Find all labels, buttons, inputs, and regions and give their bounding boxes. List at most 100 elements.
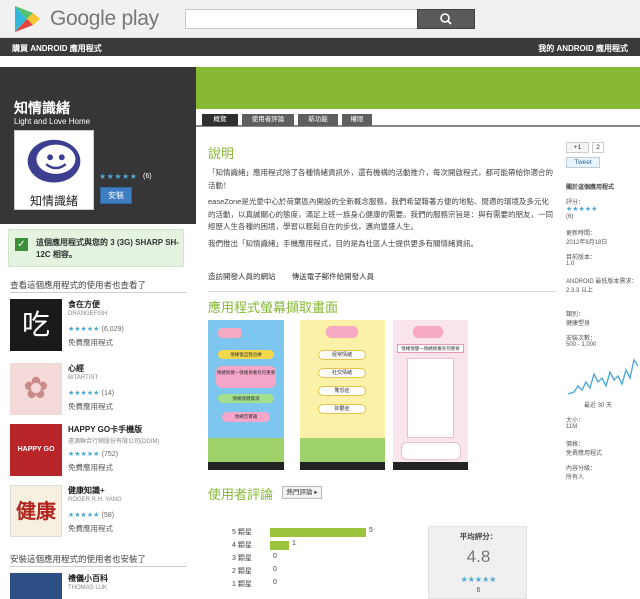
average-rating-label: 平均評分： [459,532,498,541]
search-button[interactable] [417,9,475,29]
related-app-icon: 吃 [10,299,62,351]
related-app-dev: BITARTIST [68,375,99,381]
app-icon-text: 知情識緒 [29,194,78,208]
rating-row-count: 1 [292,540,296,547]
plus-one-count: 2 [592,142,604,153]
app-icon: 知情識緒 [14,130,94,210]
screenshot-button: 社交情緒 [318,368,366,378]
related-app-icon: ✿ [10,363,62,415]
related-app-price: 免費應用程式 [68,524,113,533]
related-app-rating: ★★★★★ (58) [68,512,115,519]
reviews-sort-dropdown[interactable]: 熱門評論 ▸ [282,486,322,499]
chart-caption: 最近 30 天 [584,403,613,409]
tab-reviews[interactable]: 使用者評論 [242,114,294,126]
description-paragraph: easeZone是光愛中心於荷葉區內開設的全新概念服務，我們希望藉著方便的地點、… [208,197,553,231]
related-app-dev: THOMAS LUK [68,585,108,591]
rating-row-count: 0 [273,566,277,573]
related-app-item[interactable]: HAPPY GO HAPPY GO卡手機版 遠源聯合行銷股份有限公司(DDIM)… [10,424,190,486]
google-plus-one-button[interactable]: +1 [566,142,589,153]
related-app-dev: 遠源聯合行銷股份有限公司(DDIM) [68,439,160,445]
app-developer[interactable]: Light and Love Home [14,117,90,126]
average-rating-stars: ★★★★★ [460,575,497,584]
rating-stars: ★★★★★ [566,206,598,213]
app-rating-count: (6) [143,173,152,180]
play-logo-icon[interactable] [12,4,42,34]
description-paragraph: 「知情識緒」應用程式除了各種情緒資訊外，還有機構的活動推介，每次開啟程式，都可能… [208,168,553,190]
category-value[interactable]: 健康塑身 [566,318,590,327]
related-app-title[interactable]: HAPPY GO卡手機版 [68,424,142,435]
rating-row-label: 1 顆星 [232,581,252,588]
reviews-heading: 使用者評論 [208,487,274,502]
related-app-item[interactable]: 禮儀小百科 THOMAS LUK [10,573,190,599]
screenshot-button: 抑鬱症 [318,404,366,414]
related-app-dev: DRANGEFISH [68,311,108,317]
screenshot-button: 情緒保健一情緒保養有何重要 [397,344,464,353]
screenshot[interactable]: 經常情緒 社交情緒 驚恐症 抑鬱症 [300,320,385,470]
description-heading: 說明 [208,146,235,161]
tweet-button[interactable]: Tweet [566,157,600,168]
rating-row-bar [270,528,366,537]
tab-bar: 概覽 使用者評論 新功能 權限 [196,113,640,127]
price-value: 免費應用程式 [566,451,603,457]
related-app-item[interactable]: 健康 健康知識+ ROGER R.H. YANG ★★★★★ (58) 免費應用… [10,485,190,547]
average-rating-count: 6 [476,587,481,594]
developer-email-link[interactable]: 傳送電子郵件給開發人員 [292,272,375,281]
related-app-price: 免費應用程式 [68,338,113,347]
tab-overview[interactable]: 概覽 [202,114,238,126]
app-title: 知情識緒 [14,100,70,116]
description-body: 「知情識緒」應用程式除了各種情緒資訊外，還有機構的活動推介，每次開啟程式，都可能… [208,167,556,254]
related-app-price: 免費應用程式 [68,402,113,411]
divider [208,291,556,292]
header-band [196,67,640,109]
details-heading: 關於這個應用程式 [566,185,615,191]
content-rating-label: 內容分級： [566,466,597,472]
nav-buy-apps[interactable]: 購買 ANDROID 應用程式 [12,43,102,54]
compatibility-notice: ✓ 這個應用程式與您的 3 (3G) SHARP SH-12C 相容。 [8,229,184,267]
also-viewed-heading: 查看這個應用程式的使用者也查看了 [10,280,147,290]
size-value: 11M [566,424,578,430]
developer-website-link[interactable]: 造訪開發人員的網站 [208,272,276,281]
installs-value: 500 - 1,000 [566,342,597,348]
screenshot-button: 經常情緒 [318,350,366,360]
rating-row-count: 0 [273,553,277,560]
related-app-rating: ★★★★★ (14) [68,390,115,397]
divider [10,292,186,293]
compatibility-text: 這個應用程式與您的 3 (3G) SHARP SH-12C 相容。 [36,238,179,259]
store-name[interactable]: Google play [50,7,159,31]
average-rating-value: 4.8 [466,547,491,566]
android-requirement-label: ANDROID 最低版本需求： [566,279,638,285]
related-app-item[interactable]: 吃 食在方便 DRANGEFISH ★★★★★ (6,029) 免費應用程式 [10,299,190,361]
rating-row-label: 2 顆星 [232,568,252,575]
version-value: 1.0 [566,261,575,267]
related-app-title[interactable]: 健康知識+ [68,485,105,496]
related-app-item[interactable]: ✿ 心經 BITARTIST ★★★★★ (14) 免費應用程式 [10,363,190,425]
screenshot-button: 情緒百寶箱 [222,412,270,422]
nav-my-apps[interactable]: 我的 ANDROID 應用程式 [538,43,628,54]
related-app-icon: 健康 [10,485,62,537]
rating-row-label: 4 顆星 [232,542,252,549]
screenshot[interactable]: 情緒復自我治療 情緒保健一情緒保養有何重要 情緒保健資源 情緒百寶箱 [208,320,284,470]
search-icon [440,13,452,25]
related-app-title[interactable]: 食在方便 [68,299,100,310]
related-app-rating: ★★★★★ (6,029) [68,326,124,333]
tab-whats-new[interactable]: 新功能 [298,114,338,126]
related-app-dev: ROGER R.H. YANG [68,497,122,503]
related-app-title[interactable]: 禮儀小百科 [68,573,108,584]
screenshot-button: 情緒保健資源 [218,394,274,403]
tab-permissions[interactable]: 權限 [342,114,372,126]
search-input[interactable] [185,9,420,29]
size-label: 大小： [566,418,585,424]
developer-links: 造訪開發人員的網站 傳送電子郵件給開發人員 [208,271,556,282]
updated-label: 更新時間： [566,231,597,237]
related-app-icon [10,573,62,599]
related-app-price: 免費應用程式 [68,463,113,472]
rating-row-label: 5 顆星 [232,529,252,536]
version-label: 目前版本： [566,255,597,261]
category-label: 類別： [566,312,585,318]
rating-row-count: 5 [369,527,373,534]
installs-chart [566,352,640,398]
android-requirement-value: 2.3.3 以上 [566,288,594,294]
screenshot[interactable]: 情緒保健一情緒保養有何重要 [393,320,468,470]
install-button[interactable]: 安裝 [100,187,132,204]
related-app-title[interactable]: 心經 [68,363,84,374]
